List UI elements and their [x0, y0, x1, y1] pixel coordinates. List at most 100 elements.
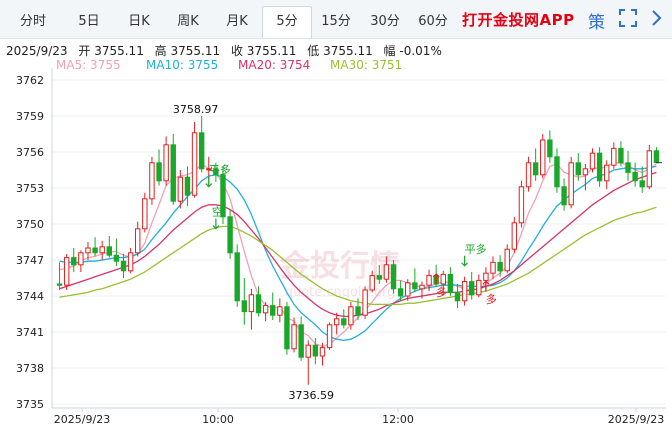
candle-body — [234, 252, 240, 302]
candle-body — [241, 300, 248, 313]
candle-body — [625, 162, 631, 173]
candle-body — [106, 246, 112, 256]
candle-body — [198, 132, 205, 170]
candle-body — [511, 222, 518, 250]
y-tick-label: 3753 — [16, 182, 44, 195]
candlestick-chart[interactable]: 金投行情 quote.cngold.org 376237593756375337… — [0, 0, 672, 427]
candle-body — [326, 324, 333, 349]
candle-body — [405, 282, 411, 297]
y-tick-label: 3741 — [16, 326, 44, 339]
candle-body — [589, 152, 596, 170]
candle-body — [348, 306, 354, 326]
candle-body — [397, 288, 404, 297]
x-tick-label: 10:00 — [202, 413, 234, 426]
candle-body — [149, 162, 155, 200]
candle-body — [582, 168, 589, 176]
candle-body — [341, 318, 347, 326]
candle-body — [468, 281, 475, 296]
candle-body — [127, 252, 134, 272]
candle-body — [333, 318, 340, 326]
candle-body — [447, 273, 454, 293]
y-tick-label: 3759 — [16, 110, 44, 123]
candle-body — [575, 162, 581, 176]
candle-body — [298, 324, 304, 358]
candle-body — [113, 254, 120, 262]
candle-body — [440, 273, 446, 285]
candle-body — [383, 264, 390, 280]
candle-body — [227, 216, 233, 254]
candle-body — [483, 272, 489, 281]
candle-body — [78, 252, 84, 266]
signal-label: 平多 — [209, 163, 231, 177]
candle-body — [184, 176, 191, 196]
candle-body — [419, 284, 425, 290]
candle-body — [163, 144, 169, 182]
candle-body — [540, 139, 546, 176]
y-axis: 3762 3759 3756 3753 3750 3747 3744 3741 3738 3735 — [16, 74, 44, 411]
candle-body — [568, 162, 574, 206]
candle-body — [85, 247, 91, 254]
candle-body — [632, 171, 638, 182]
candle-body — [284, 306, 290, 350]
candle-body — [561, 186, 567, 206]
candle-body — [461, 281, 468, 302]
candle-body — [120, 260, 127, 272]
signal-arrow-down-icon — [461, 255, 469, 267]
x-tick-label: 12:00 — [382, 413, 414, 426]
signal-label: 平多 — [465, 242, 487, 256]
candle-body — [56, 283, 63, 286]
candle-body — [618, 147, 624, 164]
y-tick-label: 3738 — [16, 362, 44, 375]
candle-body — [142, 198, 148, 230]
candle-body — [390, 264, 397, 290]
candle-body — [532, 162, 539, 176]
candle-body — [291, 324, 297, 350]
candle-body — [547, 139, 553, 158]
candle-body — [92, 247, 98, 254]
y-tick-label: 3762 — [16, 74, 44, 87]
signal-label: 多 — [486, 292, 497, 306]
candle-body — [376, 275, 383, 280]
candle-body — [426, 275, 432, 286]
candle-body — [262, 305, 269, 314]
annotations: 3758.973736.59平多空多平多多 — [173, 103, 662, 402]
signal-label: 多 — [436, 285, 447, 299]
candle-body — [248, 294, 255, 313]
candle-body — [191, 132, 198, 196]
x-axis: 2025/9/23 10:00 12:00 2025/9/23 — [54, 408, 664, 426]
candle-body — [177, 176, 184, 202]
candle-body — [369, 275, 375, 291]
candle-body — [355, 306, 361, 316]
low-annotation: 3736.59 — [289, 389, 335, 402]
candle-body — [653, 150, 660, 164]
candle-body — [497, 261, 503, 272]
candle-body — [277, 306, 283, 316]
candle-body — [611, 147, 617, 166]
high-annotation: 3758.97 — [173, 103, 219, 116]
x-tick-label: 2025/9/23 — [54, 413, 110, 426]
candle-body — [525, 162, 532, 188]
y-tick-label: 3735 — [16, 398, 44, 411]
candle-body — [476, 279, 482, 296]
candle-body — [504, 248, 510, 272]
candle-body — [646, 150, 653, 188]
candle-body — [454, 291, 461, 302]
candle-body — [319, 347, 326, 357]
candle-body — [604, 164, 610, 182]
x-tick-label: 2025/9/23 — [608, 413, 664, 426]
candle-body — [156, 162, 162, 182]
candle-body — [63, 257, 70, 286]
candle-body — [99, 246, 105, 254]
y-tick-label: 3747 — [16, 254, 44, 267]
candle-body — [412, 282, 418, 290]
candle-body — [554, 156, 560, 188]
watermark: 金投行情 quote.cngold.org — [279, 249, 400, 300]
candle-body — [362, 289, 368, 316]
candle-body — [135, 228, 141, 254]
candle-body — [270, 305, 276, 316]
candle-body — [596, 152, 603, 182]
signal-label: 空 — [212, 205, 223, 219]
candle-body — [490, 261, 496, 274]
y-tick-label: 3744 — [16, 290, 44, 303]
candle-body — [170, 144, 176, 202]
